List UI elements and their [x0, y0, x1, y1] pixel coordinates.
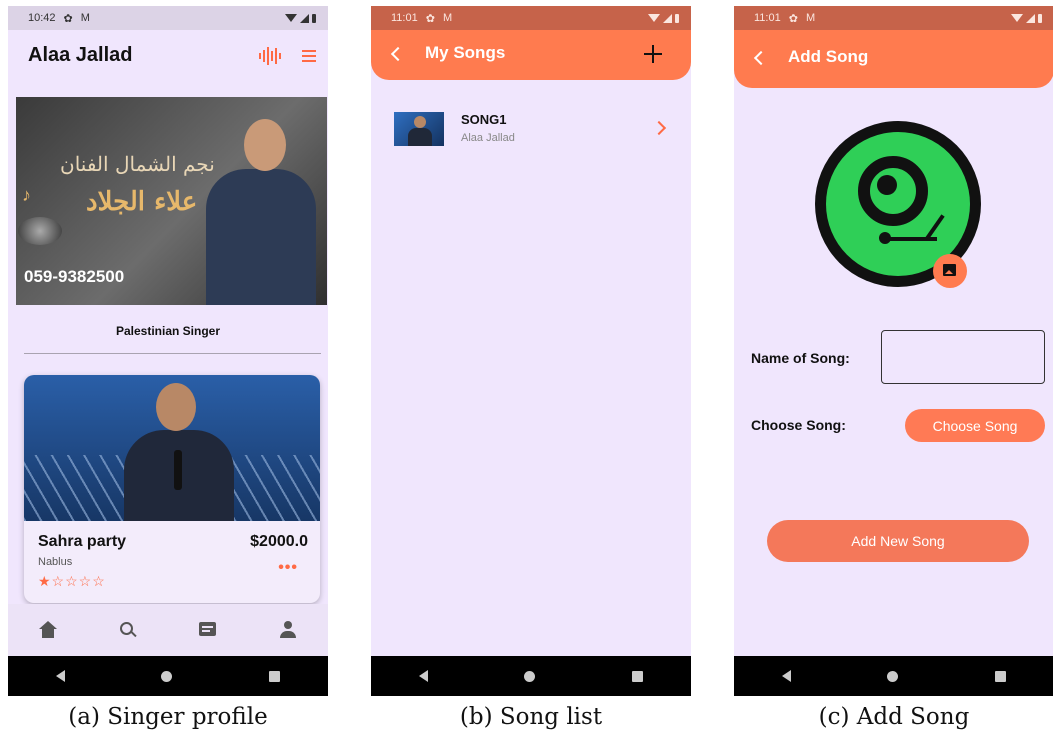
- status-time: 10:42: [28, 12, 56, 24]
- home-icon[interactable]: [38, 620, 58, 640]
- system-nav-bar: [8, 656, 328, 696]
- event-location: Nablus: [38, 556, 73, 568]
- settings-icon: ✿: [425, 12, 435, 25]
- menu-icon[interactable]: [302, 50, 316, 65]
- page-title: My Songs: [425, 43, 506, 62]
- music-note-icon: ♪: [22, 185, 31, 205]
- page-title: Add Song: [788, 47, 869, 66]
- banner-arabic-name: علاء الجلاد: [86, 187, 198, 217]
- status-time: 11:01: [391, 12, 418, 24]
- song-name-label: Name of Song:: [751, 350, 850, 366]
- settings-icon: ✿: [788, 12, 798, 25]
- list-item[interactable]: SONG1 Alaa Jallad: [371, 104, 691, 152]
- singer-photo: [206, 119, 316, 305]
- status-bar: 11:01 ✿ M: [734, 6, 1053, 30]
- signal-icon: [300, 13, 309, 23]
- app-header: My Songs: [371, 30, 691, 80]
- back-arrow-icon[interactable]: [753, 50, 769, 66]
- mail-icon: M: [80, 12, 90, 24]
- rating-stars[interactable]: ★☆☆☆☆: [38, 573, 106, 590]
- home-nav-icon[interactable]: [887, 670, 899, 682]
- signal-icon: [1026, 13, 1035, 23]
- back-nav-icon[interactable]: [782, 670, 792, 682]
- song-thumbnail: [394, 112, 444, 146]
- recents-nav-icon[interactable]: [631, 670, 643, 682]
- battery-icon: [1038, 13, 1042, 23]
- singer-profile-screen: 10:42 ✿ M Alaa Jallad ♪ ♫ نجم الشمال الفنا…: [8, 6, 328, 696]
- chevron-right-icon[interactable]: [651, 120, 667, 136]
- person-icon[interactable]: [278, 620, 298, 640]
- status-bar: 10:42 ✿ M: [8, 6, 328, 30]
- status-bar: 11:01 ✿ M: [371, 6, 691, 30]
- add-song-screen: 11:01 ✿ M Add Song Name of Song: Choose So…: [734, 6, 1053, 696]
- banner-phone: 059-9382500: [24, 267, 125, 286]
- page-title: Alaa Jallad: [28, 44, 133, 66]
- banner-arabic-subtitle: نجم الشمال الفنان: [60, 152, 215, 176]
- settings-icon: ✿: [63, 12, 73, 25]
- recents-nav-icon[interactable]: [268, 670, 280, 682]
- search-icon[interactable]: [118, 620, 138, 640]
- signal-icon: [663, 13, 672, 23]
- caption-a: (a) Singer profile: [68, 704, 268, 730]
- battery-icon: [312, 13, 316, 23]
- caption-b: (b) Song list: [459, 704, 603, 730]
- singer-banner-image: ♪ ♫ نجم الشمال الفنان علاء الجلاد 059-93…: [16, 97, 327, 305]
- event-price: $2000.0: [250, 533, 308, 550]
- song-list-screen: 11:01 ✿ M My Songs SONG1 Alaa Jallad: [371, 6, 691, 696]
- more-options-icon[interactable]: •••: [278, 559, 298, 577]
- event-card[interactable]: Sahra party $2000.0 Nablus ★☆☆☆☆ •••: [24, 375, 320, 603]
- app-header: Add Song: [734, 30, 1053, 88]
- microphone-icon: [18, 217, 62, 245]
- choose-song-button[interactable]: Choose Song: [905, 409, 1045, 442]
- song-name-input[interactable]: [881, 330, 1045, 384]
- status-time: 11:01: [754, 12, 781, 24]
- divider: [24, 353, 321, 354]
- chat-icon[interactable]: [198, 620, 218, 640]
- choose-song-label: Choose Song:: [751, 417, 846, 433]
- song-artist: Alaa Jallad: [461, 132, 515, 144]
- image-picker-icon[interactable]: [933, 254, 967, 288]
- singer-subtitle: Palestinian Singer: [115, 324, 221, 338]
- add-new-song-button[interactable]: Add New Song: [767, 520, 1029, 562]
- system-nav-bar: [371, 656, 691, 696]
- audio-wave-icon[interactable]: [259, 47, 281, 65]
- mail-icon: M: [442, 12, 453, 24]
- home-nav-icon[interactable]: [524, 670, 536, 682]
- event-image: [24, 375, 320, 521]
- recents-nav-icon[interactable]: [994, 670, 1006, 682]
- event-name: Sahra party: [38, 533, 127, 550]
- song-title: SONG1: [461, 112, 507, 127]
- caption-c: (c) Add Song: [818, 704, 970, 730]
- back-arrow-icon[interactable]: [390, 46, 406, 62]
- mail-icon: M: [805, 12, 816, 24]
- back-nav-icon[interactable]: [56, 670, 66, 682]
- system-nav-bar: [734, 656, 1053, 696]
- plus-icon[interactable]: [643, 44, 663, 64]
- battery-icon: [675, 13, 679, 23]
- wifi-icon: [648, 14, 660, 22]
- home-nav-icon[interactable]: [161, 670, 173, 682]
- bottom-navigation: [8, 604, 328, 656]
- wifi-icon: [285, 14, 297, 22]
- back-nav-icon[interactable]: [419, 670, 429, 682]
- wifi-icon: [1011, 14, 1023, 22]
